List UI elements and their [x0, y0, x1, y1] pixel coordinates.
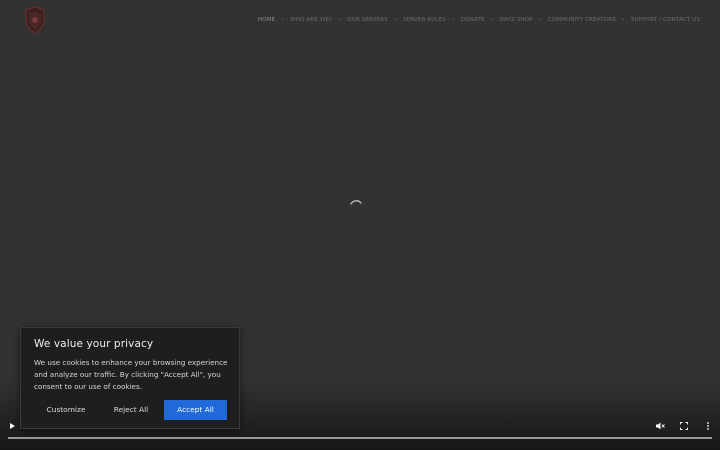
nav-item-support-contact-us[interactable]: SUPPORT / CONTACT US — [631, 17, 700, 23]
nav-separator: • — [451, 17, 455, 23]
nav-separator: • — [281, 17, 285, 23]
cookie-title: We value your privacy — [34, 338, 154, 350]
customize-button[interactable]: Customize — [29, 400, 103, 420]
shield-logo-icon[interactable] — [24, 6, 46, 34]
play-icon[interactable] — [6, 420, 18, 432]
cookie-description: We use cookies to enhance your browsing … — [34, 358, 228, 391]
fullscreen-icon[interactable] — [678, 420, 690, 432]
nav-separator: • — [338, 17, 342, 23]
main-nav: HOME • WHO ARE WE? • OUR SERVERS • SERVER-RULE… — [258, 14, 700, 26]
nav-item-who-are-we[interactable]: WHO ARE WE? — [290, 17, 332, 23]
nav-separator: • — [490, 17, 494, 23]
page: HOME • WHO ARE WE? • OUR SERVERS • SERVER-RULE… — [0, 0, 720, 450]
nav-separator: • — [393, 17, 397, 23]
nav-item-donate[interactable]: DONATE — [461, 17, 485, 23]
spinner-icon — [350, 200, 362, 205]
nav-item-our-servers[interactable]: OUR SERVERS — [347, 17, 388, 23]
accept-all-button[interactable]: Accept All — [164, 400, 227, 420]
nav-item-server-rules[interactable]: SERVER-RULES — [403, 17, 446, 23]
reject-all-button[interactable]: Reject All — [97, 400, 165, 420]
more-vertical-icon[interactable] — [702, 420, 714, 432]
nav-item-community-creators[interactable]: COMMUNITY CREATORS — [548, 17, 616, 23]
nav-item-dayz-shop[interactable]: DAYZ SHOP — [500, 17, 533, 23]
cookie-consent-dialog: We value your privacy We use cookies to … — [20, 327, 240, 429]
muted-volume-icon[interactable] — [654, 420, 666, 432]
nav-item-home[interactable]: HOME — [258, 17, 275, 23]
nav-separator: • — [538, 17, 542, 23]
nav-separator: • — [621, 17, 625, 23]
video-progress-bar[interactable] — [8, 437, 712, 439]
